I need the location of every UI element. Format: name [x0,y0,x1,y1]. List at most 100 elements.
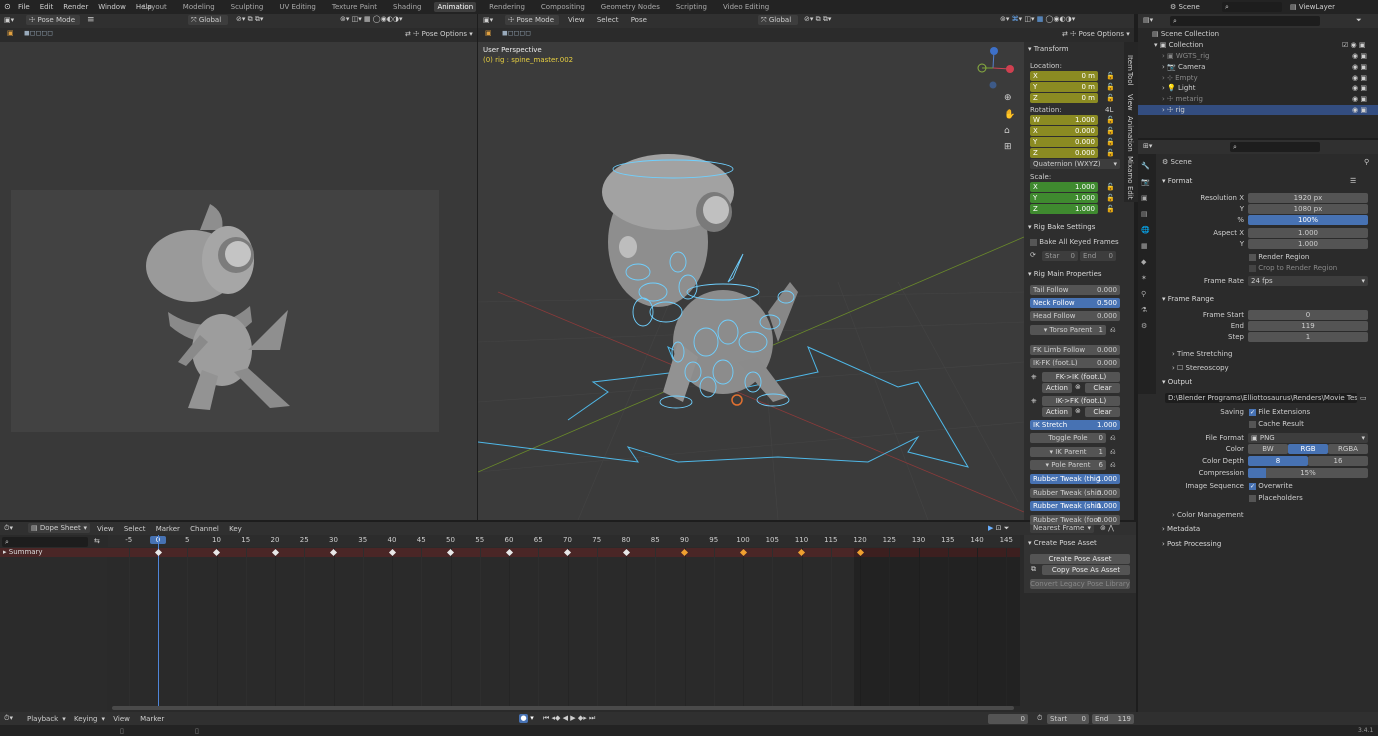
rotation-y-field[interactable]: Y 0.000 [1030,137,1098,147]
timeline-editor-icon[interactable]: ⏱▾ [4,714,13,723]
create-pose-asset-button[interactable]: Create Pose Asset [1030,554,1130,564]
rig-bake-header[interactable]: ▾ Rig Bake Settings [1028,223,1095,231]
depth-8-button[interactable]: 8 [1248,456,1308,466]
dopesheet-editor-icon[interactable]: ⏱▾ [4,524,13,533]
rubber-tweak-field-1[interactable]: Rubber Tweak (shin. 0.000 [1030,487,1120,498]
ik-fk-clear-icon[interactable]: ⊗ [1075,407,1081,415]
metadata-panel[interactable]: › Metadata [1162,525,1200,533]
ik-fk-snap-button[interactable]: IK->FK (foot.L) [1042,396,1120,406]
outliner-visibility-icons-0[interactable]: ◉ ▣ [1352,52,1367,60]
workspace-tab-layout[interactable]: Layout [140,2,170,12]
tl-menu-playback[interactable]: Playback [27,715,58,723]
view-layer-selector[interactable]: ▤ ViewLayer [1290,3,1335,11]
dopesheet-filter-icons[interactable]: ▶ ⊡ ⏷ [988,524,1009,533]
frame-range-header[interactable]: ▾ Frame Range [1162,295,1214,303]
rotation-z-field[interactable]: Z 0.000 [1030,148,1098,158]
main-mode-select[interactable]: ☩ Pose Mode [505,15,559,25]
tab-animation[interactable]: Animation [1126,116,1134,152]
left-orientation-select[interactable]: ⤧ Global [188,15,228,25]
outliner-visibility-icons-4[interactable]: ◉ ▣ [1352,95,1367,103]
frame-end-field[interactable]: 119 [1248,321,1368,331]
clock-icon[interactable]: ⏱ [1037,714,1042,723]
properties-search[interactable]: ⌕ [1230,142,1320,152]
fk-ik-snap-button[interactable]: FK->IK (foot.L) [1042,372,1120,382]
main-snap-icons[interactable]: ⊘▾ ⧉ ⧉▾ [804,15,831,24]
ik-fk-clear-button[interactable]: Clear [1085,407,1120,417]
main-editor-type-icon[interactable]: ▣▾ [483,16,493,24]
scale-lock-icon-2[interactable]: 🔓 [1106,205,1115,213]
dopesheet-mode-select[interactable]: ▤ Dope Sheet ▾ [28,523,90,533]
tab-mixamo[interactable]: Mixamo [1126,156,1134,184]
pct-field[interactable]: 100% [1248,215,1368,225]
workspace-tab-rendering[interactable]: Rendering [486,2,528,12]
pose-asset-header[interactable]: ▾ Create Pose Asset [1028,539,1097,547]
scale-lock-icon-1[interactable]: 🔓 [1106,194,1115,202]
cache-result-checkbox[interactable]: Cache Result [1249,420,1304,428]
outliner-item-wgts_rig[interactable]: › ▣ WGTS_rig [1162,52,1209,60]
end-frame-field[interactable]: End 119 [1092,714,1134,724]
location-lock-icon-1[interactable]: 🔓 [1106,83,1115,91]
bake-end-field[interactable]: End 0 [1080,251,1116,261]
bake-refresh-icon[interactable]: ⟳ [1030,251,1036,259]
pole-parent-field[interactable]: ▾ Pole Parent 6 [1030,460,1106,470]
pin-icon[interactable]: ⚲ [1364,158,1369,166]
workspace-tab-modeling[interactable]: Modeling [180,2,218,12]
outliner-visibility-icons-5[interactable]: ◉ ▣ [1352,106,1367,114]
outliner-item-empty[interactable]: › ⊹ Empty [1162,74,1198,82]
menu-edit[interactable]: Edit [40,3,54,11]
outliner-item-rig[interactable]: › ☩ rig [1162,106,1185,114]
channel-search[interactable]: ⌕ [2,537,88,547]
menu-select[interactable]: Select [597,16,619,24]
current-frame-field[interactable]: 0 [988,714,1028,724]
location-z-field[interactable]: Z 0 m [1030,93,1098,103]
workspace-tab-shading[interactable]: Shading [390,2,424,12]
keyframe-area[interactable] [108,535,1020,708]
rig-prop-field-2[interactable]: Head Follow 0.000 [1030,311,1120,321]
ortho-grid-icon[interactable]: ⊞ [1004,142,1012,152]
outliner-visibility-icons-3[interactable]: ◉ ▣ [1352,84,1367,92]
outliner-visibility-icons-2[interactable]: ◉ ▣ [1352,74,1367,82]
navigation-gizmo[interactable] [972,44,1020,94]
folder-icon[interactable]: ▭ [1360,394,1367,402]
rig-prop-field-0[interactable]: Tail Follow 0.000 [1030,285,1120,295]
outliner-item-camera[interactable]: › 📷 Camera [1162,63,1205,71]
blender-logo-icon[interactable]: ⊙ [4,2,11,11]
fk-ik-clear-button[interactable]: Clear [1085,383,1120,393]
tab-view[interactable]: View [1126,94,1134,111]
menu-window[interactable]: Window [98,3,126,11]
color-rgb-button[interactable]: RGB [1288,444,1328,454]
scale-z-field[interactable]: Z 1.000 [1030,204,1098,214]
ik-parent-field[interactable]: ▾ IK Parent 1 [1030,447,1106,457]
fk-ik-snap-icon[interactable]: ⎈ [1031,373,1037,382]
format-header[interactable]: ▾ Format [1162,177,1192,185]
playhead-line[interactable] [158,535,159,706]
menu-icon[interactable]: ≡ [87,15,95,25]
rotation-mode-select[interactable]: Quaternion (WXYZ) ▾ [1030,159,1120,169]
workspace-tab-compositing[interactable]: Compositing [538,2,588,12]
record-icon[interactable]: ● ▾ [519,714,534,723]
keyframe-50[interactable] [446,548,455,557]
keyframe-0[interactable] [154,548,162,557]
menu-file[interactable]: File [18,3,30,11]
depth-16-button[interactable]: 16 [1308,456,1368,466]
keyframe-60[interactable] [505,548,513,557]
outliner-item-metarig[interactable]: › ☩ metarig [1162,95,1203,103]
location-lock-icon-0[interactable]: 🔓 [1106,72,1115,80]
left-pose-options[interactable]: ⇄ ☩ Pose Options ▾ [405,30,473,38]
output-header[interactable]: ▾ Output [1162,378,1192,386]
frame-rate-select[interactable]: 24 fps ▾ [1248,276,1368,286]
workspace-tab-uv-editing[interactable]: UV Editing [276,2,319,12]
rubber-tweak-field-3[interactable]: Rubber Tweak (foot 0.000 [1030,514,1120,525]
rubber-tweak-field-0[interactable]: Rubber Tweak (thig 1.000 [1030,474,1120,484]
aspect-y-field[interactable]: 1.000 [1248,239,1368,249]
keyframe-selected-110[interactable] [797,548,806,557]
snap-icon[interactable]: ⊘▾ ⧉ ⧉▾ [236,15,263,24]
workspace-tab-scripting[interactable]: Scripting [673,2,710,12]
ik-fk-snap-icon[interactable]: ⎈ [1031,397,1037,406]
snap-select[interactable]: Nearest Frame ▾ [1030,523,1094,533]
location-lock-icon-2[interactable]: 🔓 [1106,94,1115,102]
compression-slider[interactable]: 15% [1248,468,1368,478]
crop-region-checkbox[interactable]: Crop to Render Region [1249,264,1337,272]
outliner-collection[interactable]: ▾ ▣ Collection [1154,41,1203,49]
res-y-field[interactable]: 1080 px [1248,204,1368,214]
